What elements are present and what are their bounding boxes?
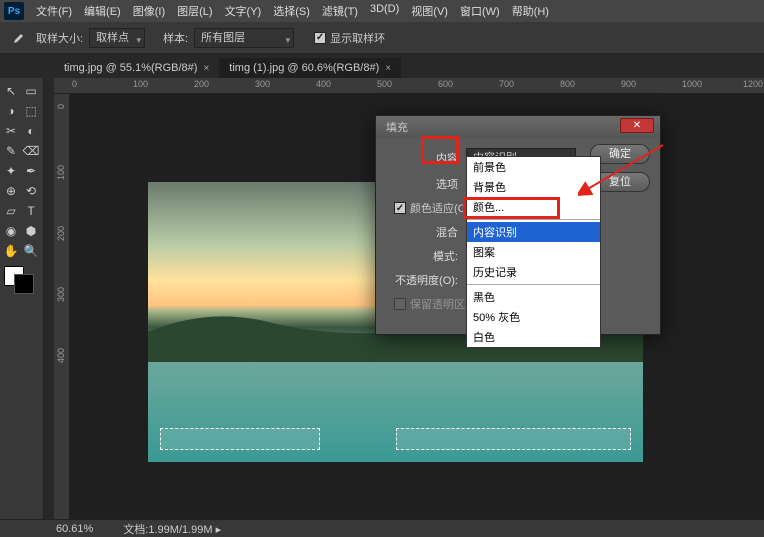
tool-button[interactable]: ✂ <box>2 122 20 140</box>
dropdown-option[interactable]: 图案 <box>467 242 600 262</box>
tool-button[interactable]: ✦ <box>2 162 20 180</box>
color-swatches[interactable] <box>2 266 36 294</box>
dropdown-option[interactable]: 50% 灰色 <box>467 307 600 327</box>
ruler-vertical: 0100200300400 <box>54 94 70 519</box>
dropdown-option[interactable]: 颜色... <box>467 197 600 217</box>
blend-group-label: 混合 <box>386 224 466 240</box>
document-tab[interactable]: timg (1).jpg @ 60.6%(RGB/8#)× <box>219 58 401 78</box>
sample-size-label: 取样大小: <box>36 30 83 46</box>
tool-button[interactable]: ◉ <box>2 222 20 240</box>
zoom-level[interactable]: 60.61% <box>56 523 93 535</box>
content-label: 内容 <box>386 150 466 166</box>
content-dropdown[interactable]: 前景色背景色颜色... 内容识别图案历史记录黑色50% 灰色白色 <box>466 156 601 348</box>
menu-bar: Ps 文件(F)编辑(E)图像(I)图层(L)文字(Y)选择(S)滤镜(T)3D… <box>0 0 764 22</box>
tool-button[interactable]: ↖ <box>2 82 20 100</box>
document-tab[interactable]: timg.jpg @ 55.1%(RGB/8#)× <box>54 58 219 78</box>
menu-item[interactable]: 图层(L) <box>171 3 218 19</box>
sample-size-select[interactable]: 取样点 <box>89 28 145 48</box>
dropdown-option[interactable]: 黑色 <box>467 287 600 307</box>
tool-button[interactable]: ⟲ <box>22 182 40 200</box>
dropdown-option[interactable]: 历史记录 <box>467 262 600 282</box>
dialog-titlebar[interactable]: 填充 ✕ <box>376 116 660 138</box>
opacity-label: 不透明度(O): <box>386 272 466 288</box>
menu-item[interactable]: 窗口(W) <box>454 3 506 19</box>
menu-item[interactable]: 帮助(H) <box>506 3 555 19</box>
menu-item[interactable]: 滤镜(T) <box>316 3 364 19</box>
dropdown-option[interactable]: 白色 <box>467 327 600 347</box>
status-bar: 60.61% 文档:1.99M/1.99M ▸ <box>0 519 764 537</box>
menu-item[interactable]: 文件(F) <box>30 3 78 19</box>
tool-panel: ↖▭◑⬚✂◐✎⌫✦✒⊕⟲▱T◉⬢✋🔍 <box>0 78 44 519</box>
tool-button[interactable]: ◐ <box>22 122 40 140</box>
tab-close-icon[interactable]: × <box>203 63 209 74</box>
show-ring-checkbox[interactable]: ✓显示取样环 <box>314 30 385 46</box>
tool-button[interactable]: ✎ <box>2 142 20 160</box>
menu-item[interactable]: 3D(D) <box>364 3 405 19</box>
selection-marquee-right[interactable] <box>396 428 631 450</box>
tool-button[interactable]: ✒ <box>22 162 40 180</box>
tool-button[interactable]: ✋ <box>2 242 20 260</box>
tool-button[interactable]: ◑ <box>2 102 20 120</box>
eyedropper-icon[interactable] <box>6 26 30 50</box>
document-tabs: timg.jpg @ 55.1%(RGB/8#)×timg (1).jpg @ … <box>0 54 764 78</box>
mode-label: 模式: <box>386 248 466 264</box>
tool-button[interactable]: 🔍 <box>22 242 40 260</box>
doc-info: 文档:1.99M/1.99M ▸ <box>123 521 221 537</box>
options-bar: 取样大小: 取样点 样本: 所有图层 ✓显示取样环 <box>0 22 764 54</box>
tool-button[interactable]: ⬢ <box>22 222 40 240</box>
tab-close-icon[interactable]: × <box>385 63 391 74</box>
tool-button[interactable]: ▭ <box>22 82 40 100</box>
menu-item[interactable]: 选择(S) <box>267 3 316 19</box>
options-group-label: 选项 <box>386 176 466 192</box>
menu-item[interactable]: 文字(Y) <box>219 3 268 19</box>
sample-label: 样本: <box>163 30 188 46</box>
dropdown-option[interactable]: 前景色 <box>467 157 600 177</box>
menu-item[interactable]: 视图(V) <box>405 3 454 19</box>
app-logo: Ps <box>4 2 24 20</box>
ruler-horizontal: 010020030040050060070080090010001200 <box>54 78 764 94</box>
selection-marquee-left[interactable] <box>160 428 320 450</box>
close-button[interactable]: ✕ <box>620 118 654 133</box>
tool-button[interactable]: ⊕ <box>2 182 20 200</box>
dropdown-option[interactable]: 内容识别 <box>467 222 600 242</box>
tool-button[interactable]: ▱ <box>2 202 20 220</box>
tool-button[interactable]: ⌫ <box>22 142 40 160</box>
tool-button[interactable]: T <box>22 202 40 220</box>
dropdown-option[interactable]: 背景色 <box>467 177 600 197</box>
menu-item[interactable]: 编辑(E) <box>78 3 127 19</box>
menu-item[interactable]: 图像(I) <box>127 3 171 19</box>
sample-layer-select[interactable]: 所有图层 <box>194 28 294 48</box>
tool-button[interactable]: ⬚ <box>22 102 40 120</box>
